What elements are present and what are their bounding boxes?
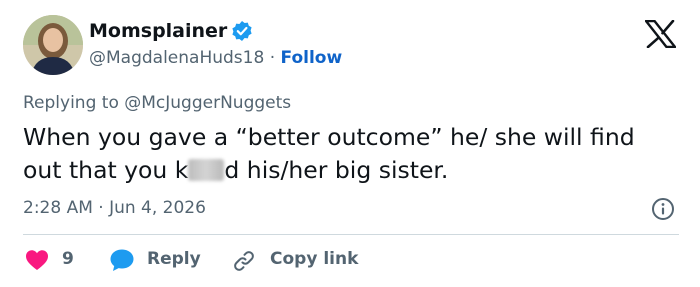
avatar[interactable] xyxy=(23,15,83,75)
avatar-image xyxy=(23,15,83,75)
tweet-timestamp[interactable]: 2:28 AM · Jun 4, 2026 xyxy=(23,198,206,218)
info-icon[interactable] xyxy=(651,197,675,221)
handle-row: @MagdalenaHuds18 · Follow xyxy=(89,48,342,68)
divider xyxy=(23,234,679,235)
link-icon[interactable] xyxy=(232,249,256,273)
replying-mention[interactable]: @McJuggerNuggets xyxy=(124,93,291,113)
like-count[interactable]: 9 xyxy=(62,249,74,269)
verified-badge-icon xyxy=(232,21,252,41)
x-logo-icon[interactable] xyxy=(645,20,676,48)
user-handle[interactable]: @MagdalenaHuds18 xyxy=(89,48,264,68)
separator-dot: · xyxy=(264,48,281,68)
follow-button[interactable]: Follow xyxy=(281,48,343,68)
display-name[interactable]: Momsplainer xyxy=(89,20,227,42)
tweet-text: When you gave a “better outcome” he/ she… xyxy=(23,121,673,187)
redacted-word-blur xyxy=(188,159,225,181)
replying-to: Replying to @McJuggerNuggets xyxy=(23,93,291,113)
replying-prefix: Replying to xyxy=(23,93,125,113)
copy-link-button[interactable]: Copy link xyxy=(270,249,358,269)
speech-bubble-icon[interactable] xyxy=(109,248,135,272)
heart-icon[interactable] xyxy=(25,249,49,271)
reply-button[interactable]: Reply xyxy=(147,249,201,269)
tweet-text-part-2: d his/her big sister. xyxy=(224,156,449,184)
